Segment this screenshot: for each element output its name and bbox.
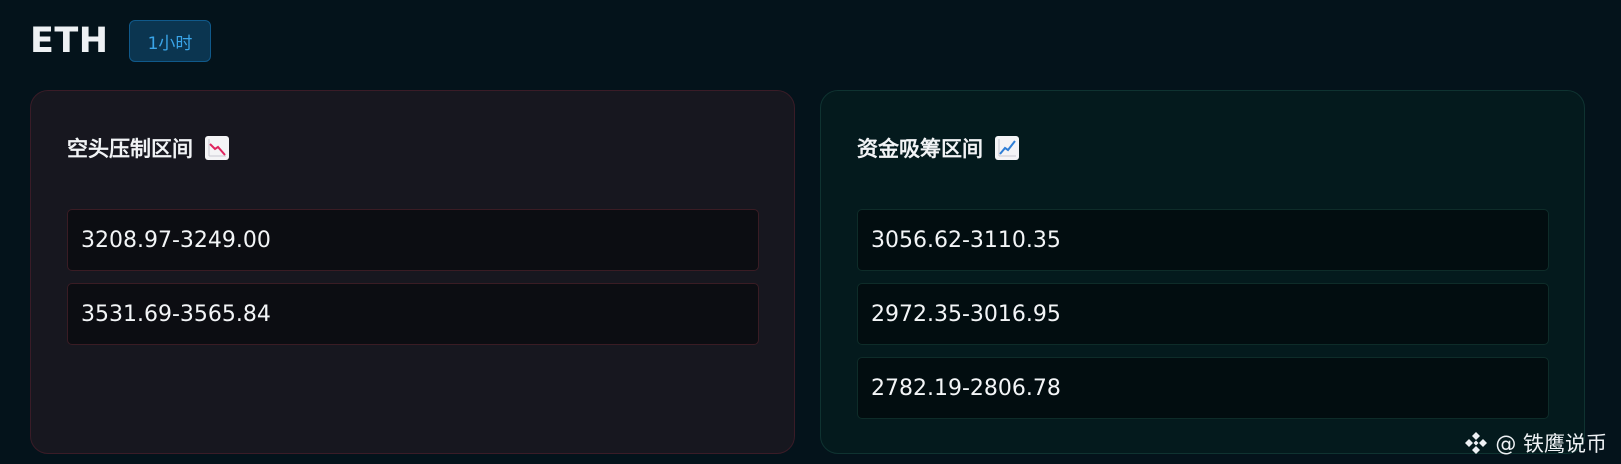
long-range-item: 3056.62-3110.35	[857, 209, 1549, 271]
short-pressure-panel: 空头压制区间 3208.97-3249.00 3531.69-3565.84	[30, 90, 795, 454]
short-panel-title: 空头压制区间	[67, 133, 229, 163]
accumulation-panel: 资金吸筹区间 3056.62-3110.35 2972.35-3016.95 2…	[820, 90, 1585, 454]
short-panel-title-text: 空头压制区间	[67, 137, 193, 161]
chart-increasing-icon	[995, 136, 1019, 160]
watermark-text: @ 铁鹰说币	[1495, 432, 1607, 456]
long-panel-title-text: 资金吸筹区间	[857, 137, 983, 161]
short-range-list: 3208.97-3249.00 3531.69-3565.84	[67, 209, 759, 357]
long-range-item: 2782.19-2806.78	[857, 357, 1549, 419]
short-range-item: 3208.97-3249.00	[67, 209, 759, 271]
timeframe-badge[interactable]: 1小时	[128, 20, 212, 62]
binance-logo-icon	[1465, 432, 1488, 454]
watermark: @ 铁鹰说币	[1463, 428, 1607, 458]
header: ETH 1小时	[30, 20, 212, 62]
long-range-list: 3056.62-3110.35 2972.35-3016.95 2782.19-…	[857, 209, 1549, 431]
short-range-item: 3531.69-3565.84	[67, 283, 759, 345]
asset-symbol: ETH	[30, 21, 109, 61]
long-panel-title: 资金吸筹区间	[857, 133, 1019, 163]
chart-decreasing-icon	[205, 136, 229, 160]
long-range-item: 2972.35-3016.95	[857, 283, 1549, 345]
